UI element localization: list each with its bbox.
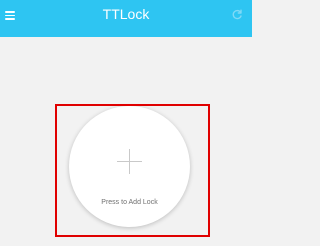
refresh-icon[interactable] (231, 9, 243, 21)
app-title: TTLock (102, 6, 150, 22)
highlight-box (55, 104, 210, 237)
app-bar: TTLock (0, 0, 252, 37)
